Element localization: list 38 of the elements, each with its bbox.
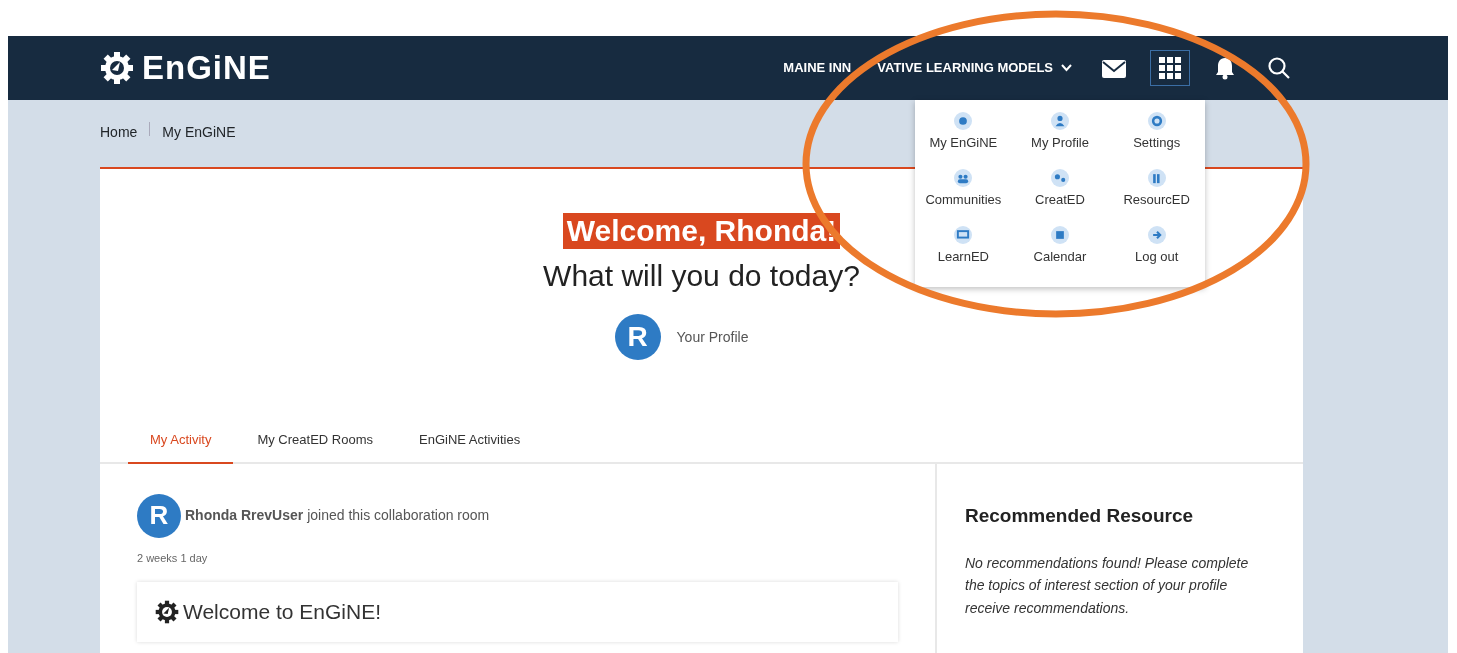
- welcome-question: What will you do today?: [543, 258, 860, 294]
- logout-icon: [1147, 226, 1166, 244]
- app-menu-item[interactable]: Log out: [1108, 222, 1205, 279]
- tab[interactable]: EnGiNE Activities: [397, 420, 543, 464]
- app-menu-item[interactable]: Settings: [1108, 108, 1205, 165]
- grid-icon: [1157, 55, 1183, 81]
- app-menu-item[interactable]: My Profile: [1011, 108, 1109, 165]
- welcome-heading: Welcome, Rhonda!: [562, 213, 841, 249]
- brand-name[interactable]: EnGiNE: [142, 43, 271, 93]
- envelope-icon: [1101, 58, 1127, 79]
- app-menu-item[interactable]: ResourcED: [1108, 165, 1205, 222]
- post-title: Welcome to EnGiNE!: [183, 599, 381, 625]
- group-icon: [954, 169, 973, 187]
- chevron-down-icon: [1061, 64, 1072, 72]
- user-avatar: R: [137, 493, 181, 538]
- app-menu-item[interactable]: Calendar: [1011, 222, 1109, 279]
- sidebar-message: No recommendations found! Please complete the topics of interest section of your profile receive recommendations.: [965, 554, 1250, 618]
- person-icon: [1051, 112, 1069, 130]
- search-icon: [1267, 56, 1291, 81]
- gear-logo-icon: [155, 599, 179, 624]
- screen-icon: [954, 226, 973, 244]
- app-menu-item[interactable]: CreatED: [1011, 165, 1109, 222]
- breadcrumb-link[interactable]: My EnGiNE: [162, 122, 236, 143]
- activity-time: 2 weeks 1 day: [137, 550, 209, 566]
- breadcrumb-link[interactable]: Home: [100, 122, 138, 143]
- apps-grid-button[interactable]: [1150, 50, 1190, 86]
- app-menu-item[interactable]: Communities: [915, 165, 1012, 222]
- organization-dropdown[interactable]: MAINE INN VATIVE LEARNING MODELS: [777, 57, 1078, 79]
- bell-icon: [1213, 56, 1237, 81]
- app-menu-item[interactable]: LearnED: [915, 222, 1012, 279]
- sidebar-title: Recommended Resource: [965, 503, 1195, 528]
- tab[interactable]: My CreatED Rooms: [235, 420, 395, 464]
- activity-message: Rhonda RrevUser joined this collaboration room: [185, 506, 490, 525]
- profile-link[interactable]: Your Profile: [676, 326, 749, 348]
- profile-avatar[interactable]: R: [614, 314, 661, 360]
- tab[interactable]: My Activity: [128, 420, 234, 464]
- app-menu-item[interactable]: My EnGiNE: [915, 108, 1012, 165]
- gear-logo-icon: [100, 51, 134, 85]
